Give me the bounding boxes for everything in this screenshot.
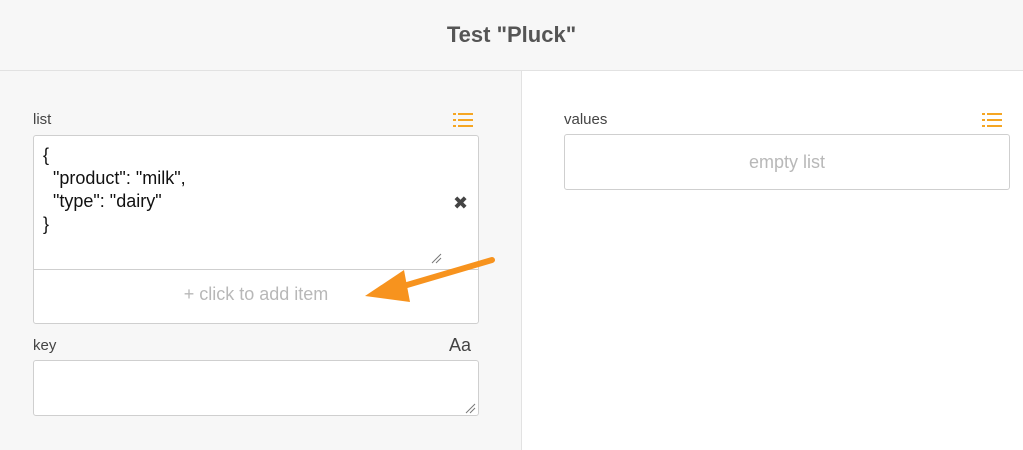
remove-item-icon[interactable]: ✖	[453, 193, 468, 214]
key-label: key	[33, 337, 57, 354]
page-header: Test "Pluck"	[0, 0, 1023, 71]
resize-handle-icon[interactable]	[464, 401, 476, 414]
values-output: empty list	[564, 134, 1010, 190]
list-item-textarea[interactable]: { "product": "milk", "type": "dairy" }	[43, 144, 186, 236]
list-type-icon[interactable]	[453, 112, 473, 128]
list-label: list	[33, 111, 52, 128]
arrow-annotation	[365, 257, 495, 302]
outputs-panel: values empty list	[522, 71, 1023, 450]
empty-list-placeholder: empty list	[748, 151, 826, 172]
values-label: values	[564, 111, 608, 128]
key-input[interactable]	[33, 360, 479, 416]
page-title: Test "Pluck"	[446, 22, 577, 47]
list-type-icon[interactable]	[982, 112, 1002, 128]
text-type-indicator: Aa	[449, 335, 472, 355]
